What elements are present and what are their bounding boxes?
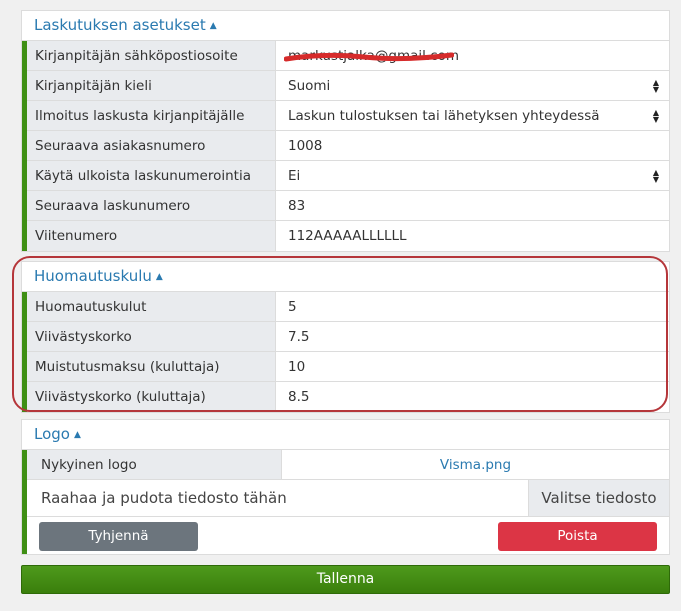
next-customer-number-input[interactable]: 1008 <box>276 131 669 160</box>
consumer-reminder-fee-input[interactable]: 10 <box>276 352 669 381</box>
field-row-accountant-email: Kirjanpitäjän sähköpostiosoite markustja… <box>27 41 669 71</box>
reference-number-input[interactable]: 112AAAAALLLLLL <box>276 221 669 251</box>
field-row-reminder-fees: Huomautuskulut 5 <box>27 292 669 322</box>
field-row-late-interest: Viivästyskorko 7.5 <box>27 322 669 352</box>
select-arrows-icon: ▲ ▼ <box>652 168 659 184</box>
consumer-late-interest-input[interactable]: 8.5 <box>276 382 669 412</box>
billing-settings-header[interactable]: Laskutuksen asetukset ▲ <box>22 11 669 41</box>
field-row-reference-number: Viitenumero 112AAAAALLLLLL <box>27 221 669 251</box>
accountant-email-input[interactable]: markustjalka@gmail.com <box>276 41 669 70</box>
reminder-fee-panel: Huomautuskulu ▲ Huomautuskulut 5 Viivästy… <box>21 261 670 413</box>
next-invoice-number-label: Seuraava laskunumero <box>27 191 276 220</box>
file-upload-row: Raahaa ja pudota tiedosto tähän Valitse … <box>27 480 669 517</box>
caret-up-icon: ▲ <box>209 21 217 31</box>
current-logo-row: Nykyinen logo Visma.png <box>27 450 669 480</box>
late-interest-label: Viivästyskorko <box>27 322 276 351</box>
consumer-late-interest-label: Viivästyskorko (kuluttaja) <box>27 382 276 412</box>
current-logo-label: Nykyinen logo <box>27 450 282 479</box>
current-logo-link[interactable]: Visma.png <box>282 450 669 479</box>
file-dropzone[interactable]: Raahaa ja pudota tiedosto tähän <box>27 480 528 516</box>
external-numbering-value: Ei <box>288 168 301 184</box>
field-row-accountant-language: Kirjanpitäjän kieli Suomi ▲ ▼ <box>27 71 669 101</box>
select-arrows-icon: ▲ ▼ <box>652 108 659 124</box>
invoice-notice-select[interactable]: Laskun tulostuksen tai lähetyksen yhteyd… <box>276 101 669 130</box>
redaction-scribble <box>284 52 454 62</box>
reminder-fees-input[interactable]: 5 <box>276 292 669 321</box>
field-row-invoice-notice: Ilmoitus laskusta kirjanpitäjälle Laskun… <box>27 101 669 131</box>
caret-up-icon: ▲ <box>73 430 81 440</box>
reminder-fee-header[interactable]: Huomautuskulu ▲ <box>22 262 669 292</box>
select-arrows-icon: ▲ ▼ <box>652 78 659 94</box>
invoice-notice-value: Laskun tulostuksen tai lähetyksen yhteyd… <box>288 108 600 124</box>
invoice-notice-label: Ilmoitus laskusta kirjanpitäjälle <box>27 101 276 130</box>
next-customer-number-label: Seuraava asiakasnumero <box>27 131 276 160</box>
logo-panel: Logo ▲ Nykyinen logo Visma.png Raahaa ja … <box>21 419 670 555</box>
clear-button[interactable]: Tyhjennä <box>39 522 198 551</box>
accountant-language-select[interactable]: Suomi ▲ ▼ <box>276 71 669 100</box>
logo-title: Logo <box>34 425 70 443</box>
reference-number-label: Viitenumero <box>27 221 276 251</box>
logo-header[interactable]: Logo ▲ <box>22 420 669 450</box>
save-button[interactable]: Tallenna <box>21 565 670 594</box>
field-row-external-numbering: Käytä ulkoista laskunumerointia Ei ▲ ▼ <box>27 161 669 191</box>
field-row-next-invoice-number: Seuraava laskunumero 83 <box>27 191 669 221</box>
next-invoice-number-input[interactable]: 83 <box>276 191 669 220</box>
field-row-consumer-reminder-fee: Muistutusmaksu (kuluttaja) 10 <box>27 352 669 382</box>
accountant-language-label: Kirjanpitäjän kieli <box>27 71 276 100</box>
consumer-reminder-fee-label: Muistutusmaksu (kuluttaja) <box>27 352 276 381</box>
billing-settings-panel: Laskutuksen asetukset ▲ Kirjanpitäjän säh… <box>21 10 670 252</box>
accountant-language-value: Suomi <box>288 78 331 94</box>
choose-file-button[interactable]: Valitse tiedosto <box>528 480 669 516</box>
field-row-next-customer-number: Seuraava asiakasnumero 1008 <box>27 131 669 161</box>
external-numbering-select[interactable]: Ei ▲ ▼ <box>276 161 669 190</box>
logo-actions: Tyhjennä Poista <box>27 517 669 554</box>
billing-settings-title: Laskutuksen asetukset <box>34 16 206 34</box>
late-interest-input[interactable]: 7.5 <box>276 322 669 351</box>
reminder-fees-label: Huomautuskulut <box>27 292 276 321</box>
reminder-fee-title: Huomautuskulu <box>34 267 152 285</box>
accountant-email-label: Kirjanpitäjän sähköpostiosoite <box>27 41 276 70</box>
caret-up-icon: ▲ <box>155 272 163 282</box>
delete-button[interactable]: Poista <box>498 522 657 551</box>
external-numbering-label: Käytä ulkoista laskunumerointia <box>27 161 276 190</box>
field-row-consumer-late-interest: Viivästyskorko (kuluttaja) 8.5 <box>27 382 669 412</box>
